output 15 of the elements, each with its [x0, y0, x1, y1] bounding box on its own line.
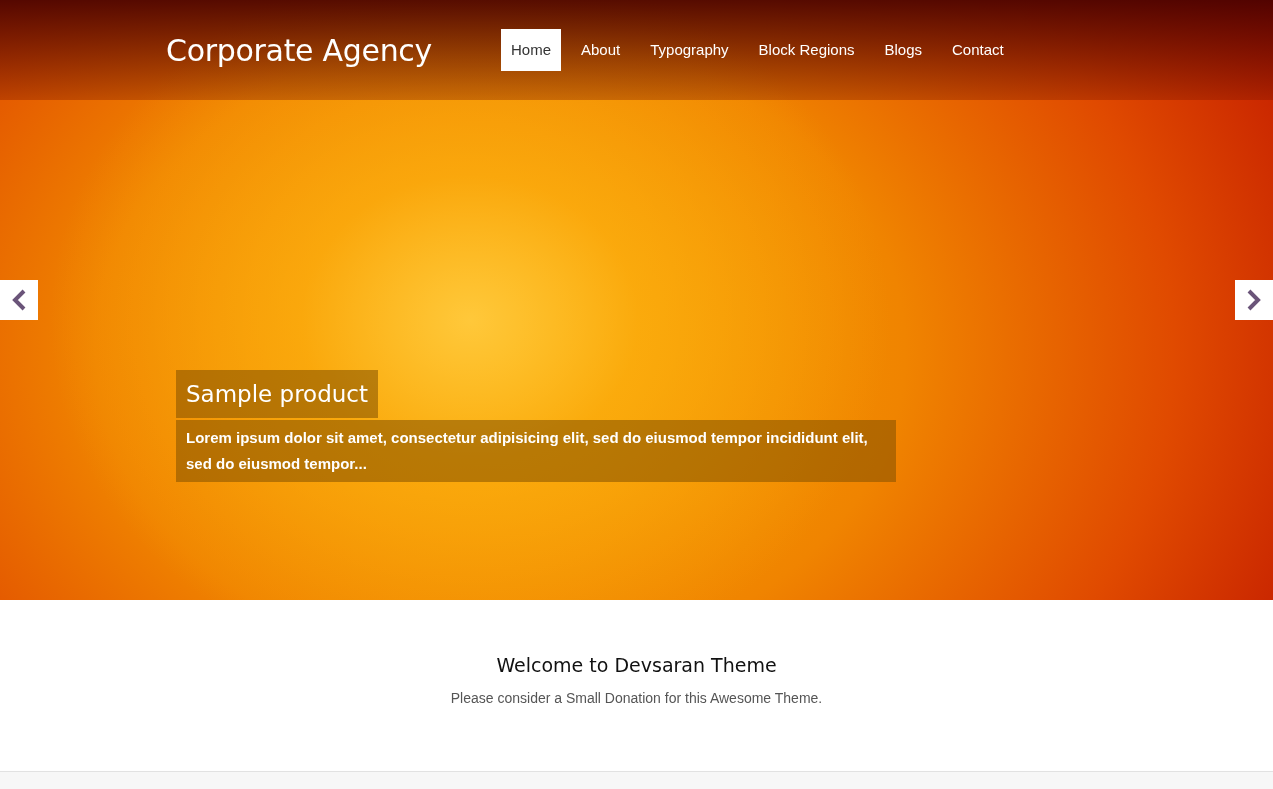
site-title[interactable]: Corporate Agency [166, 32, 466, 68]
nav-link[interactable]: Blogs [874, 29, 933, 71]
chevron-left-icon [12, 289, 26, 311]
nav-link[interactable]: About [571, 29, 631, 71]
previous-slide-button[interactable] [0, 280, 38, 320]
nav-link[interactable]: Contact [942, 29, 1014, 71]
welcome-text: Please consider a Small Donation for this Awesome Theme. [450, 690, 823, 706]
next-slide-button[interactable] [1235, 280, 1273, 320]
nav-link[interactable]: Home [501, 29, 561, 71]
nav-link[interactable]: Block Regions [748, 29, 865, 71]
nav-link[interactable]: Typography [640, 29, 739, 71]
chevron-right-icon [1247, 289, 1261, 311]
welcome-heading: Welcome to Devsaran Theme [496, 654, 777, 676]
slide-description: Lorem ipsum dolor sit amet, consectetur adipisicing elit, sed do eiusmod tempor incididunt elit, sed do eiusmod tempor... [176, 420, 896, 482]
slide-title: Sample product [176, 370, 378, 418]
